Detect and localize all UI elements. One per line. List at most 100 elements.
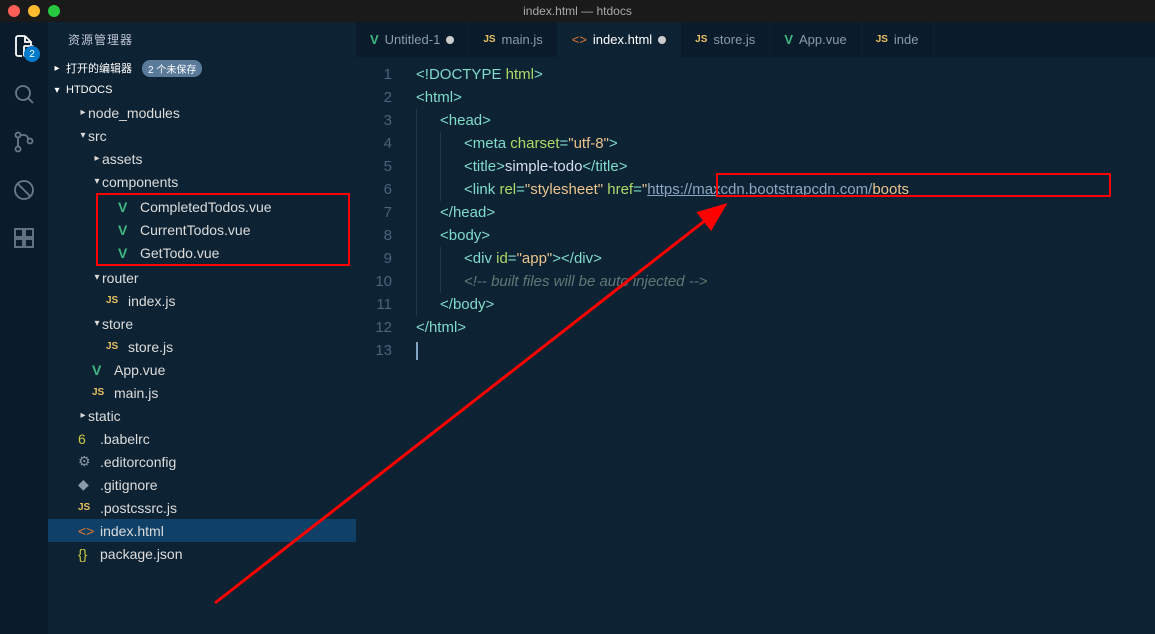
code-line: <html> bbox=[416, 86, 1155, 109]
sidebar-title: 资源管理器 bbox=[48, 22, 356, 57]
tree-item[interactable]: ▸static bbox=[48, 404, 356, 427]
file-label: CompletedTodos.vue bbox=[140, 199, 272, 215]
tree-item[interactable]: VGetTodo.vue bbox=[98, 241, 348, 264]
babel-icon: 6 bbox=[78, 431, 96, 447]
gutter: 1 2 3 4 5 6 7 8 9 10 11 12 13 bbox=[356, 63, 416, 634]
tab-extra[interactable]: JSinde bbox=[862, 22, 934, 57]
file-label: main.js bbox=[114, 385, 158, 401]
debug-icon[interactable] bbox=[10, 176, 38, 204]
folder-label: src bbox=[88, 128, 107, 144]
tree-item[interactable]: ▾store bbox=[48, 312, 356, 335]
js-icon: JS bbox=[483, 34, 495, 45]
maximize-button[interactable] bbox=[48, 5, 60, 17]
tabs-bar: V Untitled-1 JS main.js <>index.html JS sto… bbox=[356, 22, 1155, 57]
tree-item[interactable]: ▾router bbox=[48, 266, 356, 289]
tab-label: Untitled-1 bbox=[385, 32, 441, 47]
file-label: CurrentTodos.vue bbox=[140, 222, 251, 238]
tree-item[interactable]: JS .postcssrc.js bbox=[48, 496, 356, 519]
tab-storejs[interactable]: JS store.js bbox=[681, 22, 770, 57]
code-editor[interactable]: 1 2 3 4 5 6 7 8 9 10 11 12 13 <!DOCTYPE … bbox=[356, 57, 1155, 634]
code-line: </html> bbox=[416, 316, 1155, 339]
window-title-bar: index.html — htdocs bbox=[0, 0, 1155, 22]
tree-item[interactable]: <>index.html bbox=[48, 519, 356, 542]
tab-indexhtml[interactable]: <>index.html bbox=[558, 22, 681, 57]
unsaved-dot bbox=[658, 36, 666, 44]
tab-label: main.js bbox=[502, 32, 543, 47]
tab-untitled[interactable]: V Untitled-1 bbox=[356, 22, 469, 57]
tree-item[interactable]: ▾src bbox=[48, 124, 356, 147]
chevron-down-icon: ▾ bbox=[52, 85, 62, 96]
editor-area: V Untitled-1 JS main.js <>index.html JS sto… bbox=[356, 22, 1155, 634]
vue-icon: V bbox=[784, 32, 793, 47]
tab-label: store.js bbox=[713, 32, 755, 47]
tab-appvue[interactable]: VApp.vue bbox=[770, 22, 861, 57]
tree-item[interactable]: {}package.json bbox=[48, 542, 356, 565]
js-icon: JS bbox=[695, 34, 707, 45]
tab-mainjs[interactable]: JS main.js bbox=[469, 22, 557, 57]
tree-item[interactable]: ▸assets bbox=[48, 147, 356, 170]
js-icon: JS bbox=[106, 295, 124, 306]
file-label: .gitignore bbox=[100, 477, 158, 493]
html-icon: <> bbox=[572, 32, 587, 47]
gear-icon: ⚙ bbox=[78, 453, 96, 470]
tree-item[interactable]: JS store.js bbox=[48, 335, 356, 358]
extensions-icon[interactable] bbox=[10, 224, 38, 252]
explorer-icon[interactable]: 2 bbox=[10, 32, 38, 60]
tree-item[interactable]: ◆.gitignore bbox=[48, 473, 356, 496]
file-tree: ▸node_modules ▾src ▸assets ▾components V… bbox=[48, 101, 356, 565]
folder-label: node_modules bbox=[88, 105, 180, 121]
open-editors-section[interactable]: ▸ 打开的编辑器 2 个未保存 bbox=[48, 57, 356, 79]
activity-bar: 2 bbox=[0, 22, 48, 634]
vue-icon: V bbox=[118, 199, 136, 215]
tree-item[interactable]: ⚙.editorconfig bbox=[48, 450, 356, 473]
folder-label: assets bbox=[102, 151, 142, 167]
vue-icon: V bbox=[92, 362, 110, 378]
line-number: 11 bbox=[356, 293, 392, 316]
line-number: 5 bbox=[356, 155, 392, 178]
tree-item[interactable]: 6.babelrc bbox=[48, 427, 356, 450]
file-label: .postcssrc.js bbox=[100, 500, 177, 516]
git-icon: ◆ bbox=[78, 476, 96, 493]
code-line: <div id="app"></div> bbox=[416, 247, 1155, 270]
line-number: 12 bbox=[356, 316, 392, 339]
tree-item[interactable]: VApp.vue bbox=[48, 358, 356, 381]
code-content[interactable]: <!DOCTYPE html> <html> <head> <meta char… bbox=[416, 63, 1155, 634]
close-button[interactable] bbox=[8, 5, 20, 17]
tree-item[interactable]: JS main.js bbox=[48, 381, 356, 404]
file-label: GetTodo.vue bbox=[140, 245, 219, 261]
minimize-button[interactable] bbox=[28, 5, 40, 17]
code-line: <!DOCTYPE html> bbox=[416, 63, 1155, 86]
project-label: HTDOCS bbox=[66, 84, 112, 96]
file-label: .babelrc bbox=[100, 431, 150, 447]
vue-icon: V bbox=[370, 32, 379, 47]
file-label: index.js bbox=[128, 293, 175, 309]
line-number: 8 bbox=[356, 224, 392, 247]
vue-icon: V bbox=[118, 245, 136, 261]
tree-item[interactable]: VCompletedTodos.vue bbox=[98, 195, 348, 218]
line-number: 2 bbox=[356, 86, 392, 109]
traffic-lights bbox=[8, 5, 60, 17]
line-number: 7 bbox=[356, 201, 392, 224]
search-icon[interactable] bbox=[10, 80, 38, 108]
line-number: 10 bbox=[356, 270, 392, 293]
js-icon: JS bbox=[106, 341, 124, 352]
unsaved-badge: 2 个未保存 bbox=[142, 60, 202, 77]
tree-item[interactable]: ▾components bbox=[48, 170, 356, 193]
json-icon: {} bbox=[78, 546, 96, 562]
js-icon: JS bbox=[92, 387, 110, 398]
file-label: App.vue bbox=[114, 362, 165, 378]
code-line: <link rel="stylesheet" href="https://max… bbox=[416, 178, 1155, 201]
js-icon: JS bbox=[78, 502, 96, 513]
scm-icon[interactable] bbox=[10, 128, 38, 156]
code-line: <title>simple-todo</title> bbox=[416, 155, 1155, 178]
chevron-right-icon: ▸ bbox=[52, 63, 62, 74]
code-line: </body> bbox=[416, 293, 1155, 316]
window-title: index.html — htdocs bbox=[523, 4, 632, 18]
tree-item[interactable]: VCurrentTodos.vue bbox=[98, 218, 348, 241]
project-section[interactable]: ▾ HTDOCS bbox=[48, 79, 356, 101]
file-label: store.js bbox=[128, 339, 173, 355]
line-number: 6 bbox=[356, 178, 392, 201]
tree-item[interactable]: ▸node_modules bbox=[48, 101, 356, 124]
explorer-sidebar: 资源管理器 ▸ 打开的编辑器 2 个未保存 ▾ HTDOCS ▸node_mod… bbox=[48, 22, 356, 634]
tree-item[interactable]: JS index.js bbox=[48, 289, 356, 312]
